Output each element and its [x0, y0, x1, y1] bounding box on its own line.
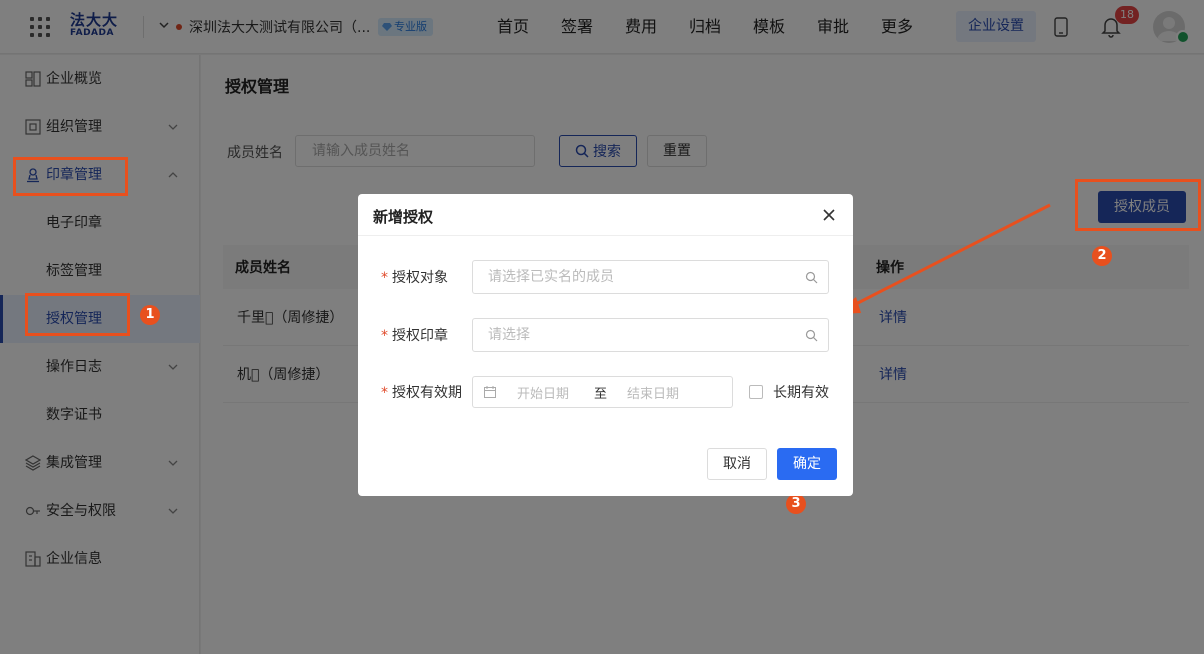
search-icon [805, 329, 818, 342]
target-member-select[interactable]: 请选择已实名的成员 [472, 260, 829, 294]
required-mark: * [381, 385, 388, 401]
cancel-button[interactable]: 取消 [707, 448, 767, 480]
period-label: * 授权有效期 [381, 382, 462, 402]
seal-select[interactable]: 请选择 [472, 318, 829, 352]
step-badge-3: 3 [786, 494, 806, 514]
step-badge-1: 1 [140, 305, 160, 325]
required-mark: * [381, 270, 388, 286]
period-label-text: 授权有效期 [392, 385, 462, 401]
calendar-icon [484, 386, 496, 398]
confirm-button[interactable]: 确定 [777, 448, 837, 480]
close-icon[interactable] [822, 208, 836, 222]
long-term-checkbox[interactable] [749, 385, 763, 399]
seal-label: * 授权印章 [381, 325, 448, 345]
seal-label-text: 授权印章 [392, 328, 448, 344]
range-separator: 至 [594, 387, 608, 402]
required-mark: * [381, 328, 388, 344]
highlight-auth-menu [25, 293, 130, 336]
step-badge-2: 2 [1092, 246, 1112, 266]
start-date-input[interactable]: 开始日期 [517, 383, 569, 402]
end-date-input[interactable]: 结束日期 [627, 383, 679, 402]
dialog-title: 新增授权 [373, 208, 434, 226]
target-label: * 授权对象 [381, 267, 448, 287]
highlight-auth-button [1075, 179, 1201, 231]
date-range-picker[interactable]: 开始日期 至 结束日期 [472, 376, 733, 408]
highlight-seal-menu [13, 157, 128, 196]
divider [358, 235, 853, 236]
target-label-text: 授权对象 [392, 270, 448, 286]
add-authorization-dialog: 新增授权 * 授权对象 请选择已实名的成员 * 授权印章 请选择 * 授权有效期 开始… [358, 194, 853, 496]
long-term-label[interactable]: 长期有效 [773, 382, 829, 402]
search-icon [805, 271, 818, 284]
target-placeholder: 请选择已实名的成员 [488, 269, 614, 285]
seal-placeholder: 请选择 [488, 327, 530, 343]
